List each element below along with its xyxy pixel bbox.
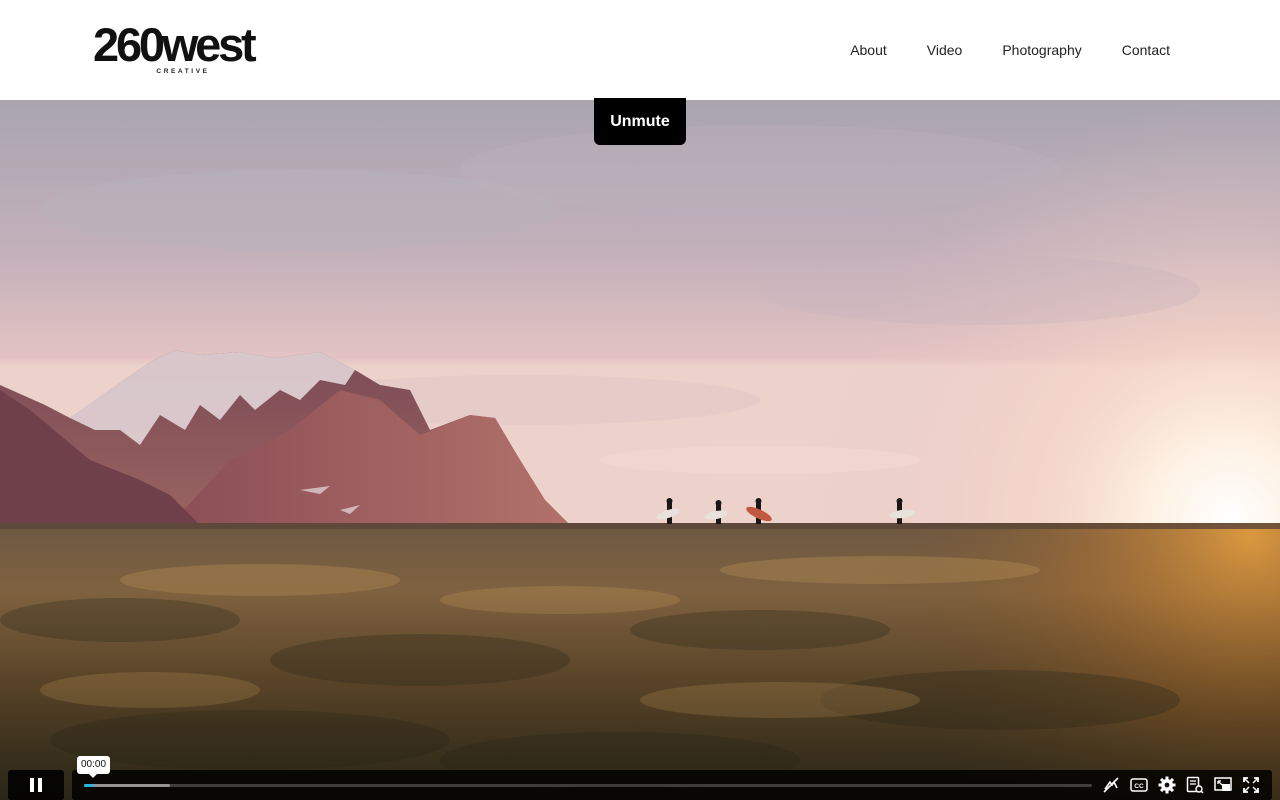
logo-wordmark: 260west <box>93 18 257 71</box>
pause-button[interactable] <box>8 770 64 800</box>
fullscreen-button[interactable] <box>1242 776 1260 794</box>
progress-buffered <box>84 784 170 787</box>
logo-tagline: CREATIVE <box>156 68 210 75</box>
site-logo[interactable]: 260west CREATIVE <box>93 18 275 78</box>
closed-captions-button[interactable]: CC <box>1130 776 1148 794</box>
progress-bar[interactable] <box>84 784 1092 787</box>
nav-item-photography[interactable]: Photography <box>1002 40 1081 60</box>
nav-item-video[interactable]: Video <box>927 40 963 60</box>
main-nav: About Video Photography Contact <box>810 40 1170 60</box>
nav-item-about[interactable]: About <box>850 40 887 60</box>
settings-icon <box>1158 776 1176 794</box>
site-header: 260west CREATIVE About Video Photography… <box>0 0 1280 100</box>
hero-video[interactable] <box>0 100 1280 800</box>
svg-text:CC: CC <box>1134 783 1144 790</box>
closed-captions-icon: CC <box>1130 778 1148 792</box>
settings-button[interactable] <box>1158 776 1176 794</box>
unmute-button[interactable]: Unmute <box>594 98 686 145</box>
airplay-off-icon <box>1103 777 1119 793</box>
time-tooltip: 00:00 <box>77 756 110 778</box>
picture-in-picture-button[interactable] <box>1214 776 1232 794</box>
pause-icon <box>30 778 42 792</box>
fullscreen-icon <box>1243 777 1259 793</box>
picture-in-picture-icon <box>1214 777 1232 791</box>
transcript-button[interactable] <box>1186 776 1204 794</box>
airplay-off-button[interactable] <box>1102 776 1120 794</box>
nav-item-contact[interactable]: Contact <box>1122 40 1170 60</box>
transcript-icon <box>1186 776 1204 794</box>
progress-played <box>84 784 95 787</box>
video-frame <box>0 100 1280 800</box>
